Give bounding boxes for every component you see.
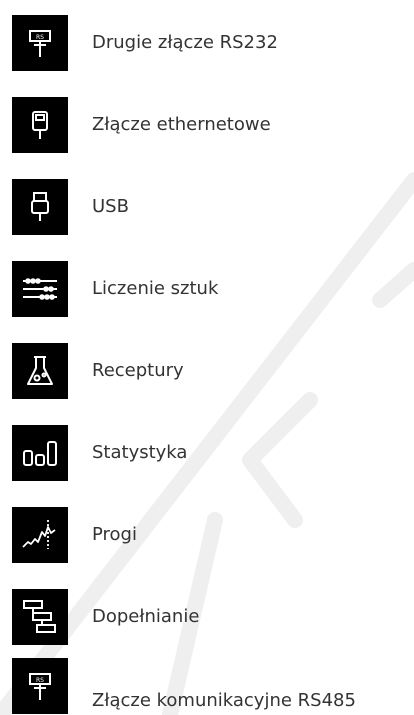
feature-label: Progi (92, 524, 137, 545)
feature-label: Liczenie sztuk (92, 278, 219, 299)
feature-list: RS Drugie złącze RS232 Złącze ethernetow… (0, 0, 414, 715)
thresholds-chart-icon (12, 507, 68, 563)
feature-row-statistics: Statystyka (0, 412, 414, 494)
flask-icon (12, 343, 68, 399)
dosing-flow-icon (12, 589, 68, 645)
feature-label: Receptury (92, 360, 184, 381)
ethernet-connector-icon (12, 97, 68, 153)
counting-abacus-icon (12, 261, 68, 317)
statistics-bars-icon (12, 425, 68, 481)
svg-text:RS: RS (36, 34, 44, 41)
feature-row-ethernet: Złącze ethernetowe (0, 84, 414, 166)
svg-text:RS: RS (36, 677, 44, 684)
feature-label: Statystyka (92, 442, 188, 463)
feature-row-recipes: Receptury (0, 330, 414, 412)
feature-row-thresholds: Progi (0, 494, 414, 576)
serial-connector-icon: RS (12, 15, 68, 71)
feature-row-counting: Liczenie sztuk (0, 248, 414, 330)
feature-row-usb: USB (0, 166, 414, 248)
usb-icon (12, 179, 68, 235)
feature-label: Złącze ethernetowe (92, 114, 271, 135)
feature-row-dosing: Dopełnianie (0, 576, 414, 658)
feature-label: Złącze komunikacyjne RS485 (92, 690, 356, 711)
serial-connector-icon: RS (12, 658, 68, 714)
feature-label: Drugie złącze RS232 (92, 32, 278, 53)
feature-row-rs485: RS Złącze komunikacyjne RS485 (0, 658, 414, 715)
feature-label: Dopełnianie (92, 606, 200, 627)
feature-row-rs232: RS Drugie złącze RS232 (0, 2, 414, 84)
feature-label: USB (92, 196, 129, 217)
